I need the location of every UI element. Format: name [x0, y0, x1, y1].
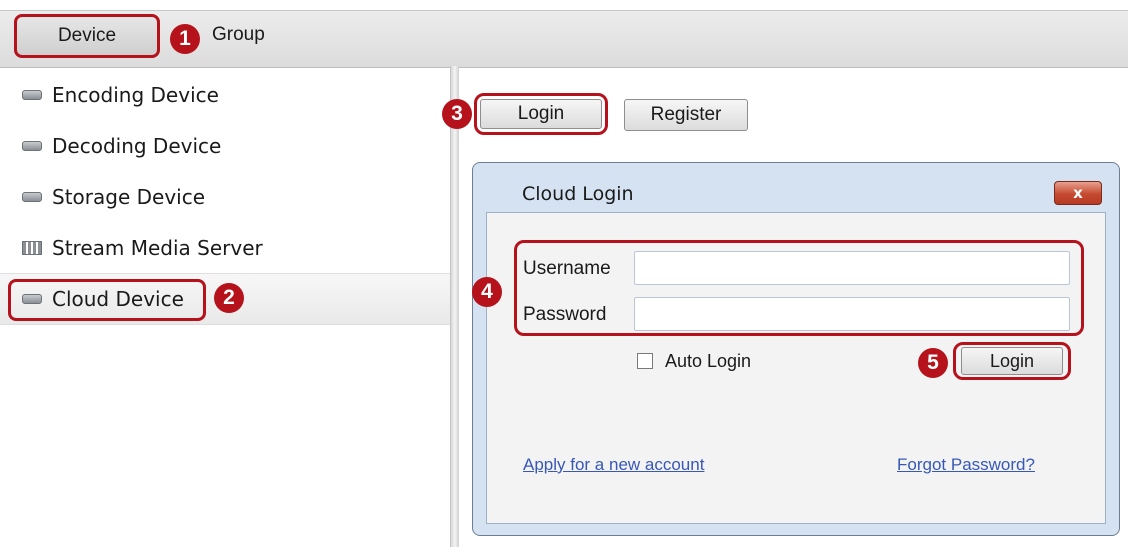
- tab-group[interactable]: Group: [212, 24, 265, 46]
- sidebar-item-label: Cloud Device: [52, 287, 184, 311]
- auto-login-checkbox[interactable]: [637, 353, 653, 369]
- username-label: Username: [523, 258, 611, 279]
- callout-badge-5: 5: [918, 348, 948, 378]
- sidebar-item-label: Decoding Device: [52, 134, 222, 158]
- sidebar-item-storage-device[interactable]: Storage Device: [22, 180, 205, 214]
- device-icon: [22, 192, 42, 202]
- sidebar-item-encoding-device[interactable]: Encoding Device: [22, 78, 219, 112]
- device-icon: [22, 294, 42, 304]
- dialog-title: Cloud Login: [522, 183, 634, 205]
- close-icon[interactable]: x: [1054, 181, 1102, 205]
- username-field[interactable]: [634, 251, 1070, 285]
- dialog-login-button[interactable]: Login: [961, 347, 1063, 375]
- callout-badge-4: 4: [472, 277, 502, 307]
- device-icon: [22, 90, 42, 100]
- sidebar-item-cloud-device[interactable]: Cloud Device: [22, 282, 184, 316]
- password-label: Password: [523, 304, 607, 325]
- register-button[interactable]: Register: [624, 99, 748, 131]
- callout-badge-2: 2: [214, 283, 244, 313]
- panel-splitter[interactable]: [450, 66, 459, 547]
- device-icon: [22, 141, 42, 151]
- server-icon: [22, 241, 42, 255]
- sidebar-item-label: Stream Media Server: [52, 236, 263, 260]
- callout-badge-1: 1: [170, 24, 200, 54]
- sidebar-item-decoding-device[interactable]: Decoding Device: [22, 129, 221, 163]
- apply-new-account-link[interactable]: Apply for a new account: [523, 455, 704, 475]
- sidebar-item-stream-media-server[interactable]: Stream Media Server: [22, 231, 263, 265]
- sidebar-item-label: Encoding Device: [52, 83, 219, 107]
- forgot-password-link[interactable]: Forgot Password?: [897, 455, 1035, 475]
- auto-login-label: Auto Login: [665, 351, 752, 371]
- password-field[interactable]: [634, 297, 1070, 331]
- login-button[interactable]: Login: [480, 99, 602, 129]
- tab-device[interactable]: Device: [14, 14, 160, 58]
- callout-badge-3: 3: [442, 99, 472, 129]
- sidebar-item-label: Storage Device: [52, 185, 206, 209]
